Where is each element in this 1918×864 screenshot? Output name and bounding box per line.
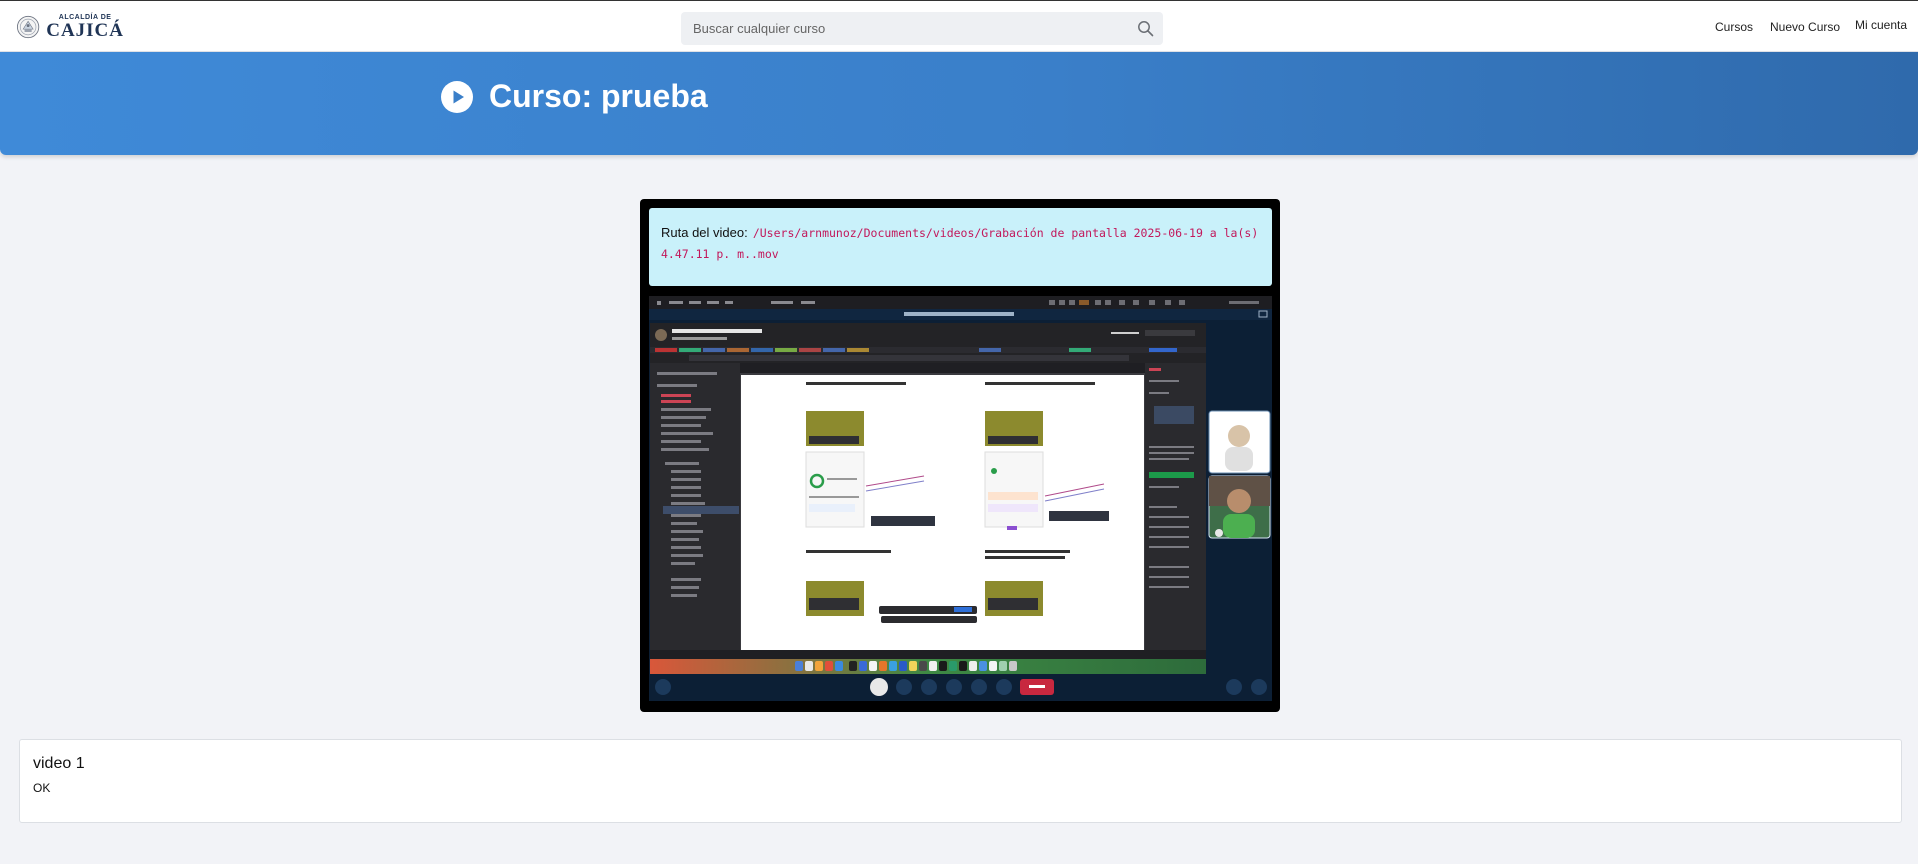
- course-header: Curso: prueba: [0, 52, 1918, 155]
- top-navbar: ALCALDÍA DE CAJICÁ Cursos Nuevo Curso Mi…: [0, 0, 1918, 52]
- nav-link-nuevo-curso[interactable]: Nuevo Curso: [1770, 20, 1840, 34]
- video-path-alert: Ruta del video: /Users/arnmunoz/Document…: [649, 208, 1272, 286]
- search-icon[interactable]: [1137, 20, 1154, 37]
- video-card: Ruta del video: /Users/arnmunoz/Document…: [640, 199, 1280, 712]
- search-input[interactable]: [681, 12, 1121, 45]
- video-item-status: OK: [33, 781, 51, 795]
- seal-icon: [16, 15, 40, 39]
- video-path-value: /Users/arnmunoz/Documents/videos/Grabaci…: [661, 226, 1259, 261]
- search-bar: [681, 12, 1163, 45]
- nav-link-cursos[interactable]: Cursos: [1715, 20, 1753, 34]
- logo-name-text: CAJICÁ: [46, 20, 124, 41]
- video-thumbnail: [649, 296, 1272, 701]
- brand-logo[interactable]: ALCALDÍA DE CAJICÁ: [16, 10, 124, 44]
- video-player[interactable]: [649, 296, 1272, 701]
- video-item-title: video 1: [33, 755, 85, 772]
- play-circle-icon: [441, 81, 473, 113]
- nav-link-mi-cuenta[interactable]: Mi cuenta: [1855, 18, 1907, 32]
- page-title: Curso: prueba: [489, 78, 708, 114]
- video-path-label: Ruta del video:: [661, 225, 748, 240]
- video-item-card: video 1 OK: [19, 739, 1902, 823]
